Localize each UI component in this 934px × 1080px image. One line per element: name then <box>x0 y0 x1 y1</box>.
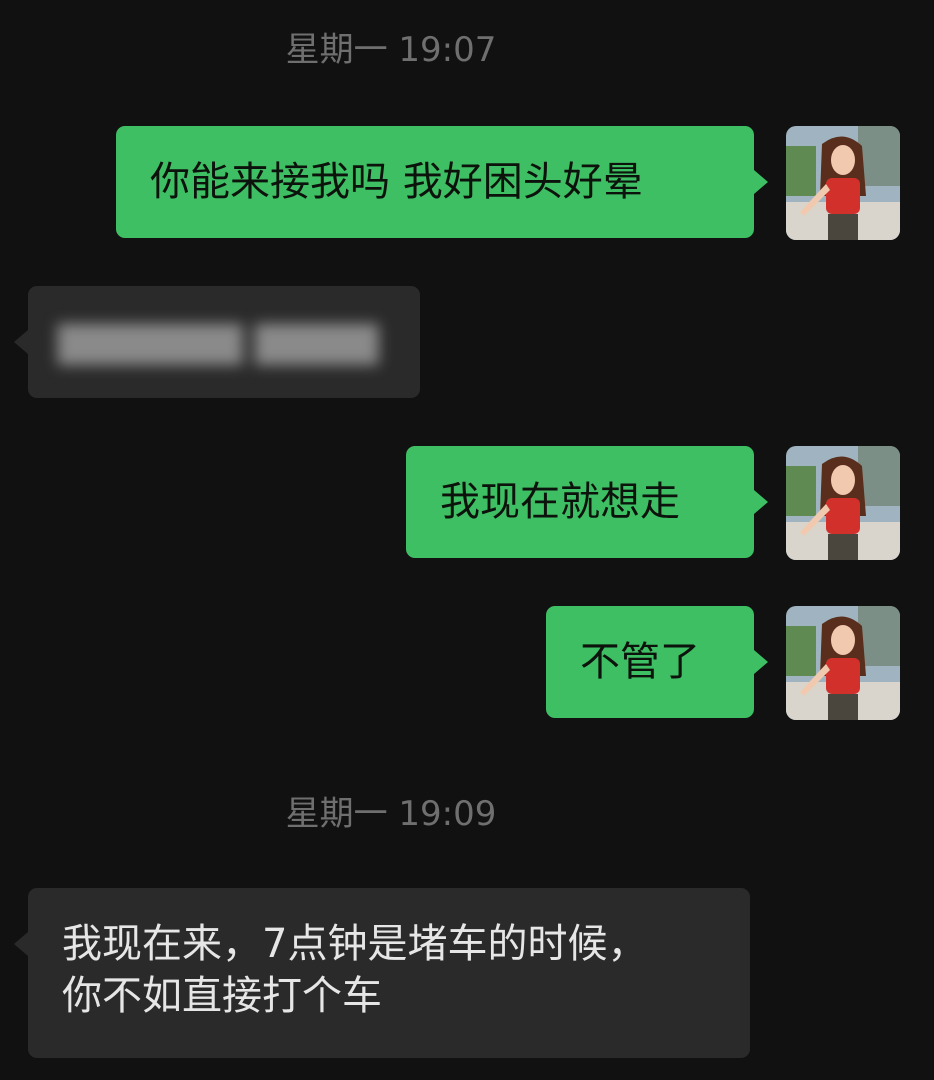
redacted-message-text: ▇▇▇▇▇▇ ▇▇▇▇ <box>58 319 379 365</box>
outgoing-message-bubble[interactable]: 我现在就想走 <box>406 446 768 558</box>
timestamp: 星期一 19:09 <box>285 794 497 834</box>
user-avatar-icon[interactable] <box>786 446 900 560</box>
message-line: 你不如直接打个车 <box>62 973 382 1019</box>
outgoing-message-bubble[interactable]: 你能来接我吗 我好困头好晕 <box>116 126 768 238</box>
message-text: 不管了 <box>580 639 700 685</box>
message-text: 我现在就想走 <box>440 479 680 525</box>
message-text: 你能来接我吗 我好困头好晕 <box>150 159 643 205</box>
outgoing-message-bubble[interactable]: 不管了 <box>546 606 768 718</box>
timestamp: 星期一 19:07 <box>285 30 497 70</box>
user-avatar-icon[interactable] <box>786 606 900 720</box>
incoming-message-bubble[interactable]: ▇▇▇▇▇▇ ▇▇▇▇ <box>14 286 420 398</box>
message-line: 我现在来，7点钟是堵车的时候， <box>62 921 648 967</box>
user-avatar-icon[interactable] <box>786 126 900 240</box>
incoming-message-bubble[interactable]: 我现在来，7点钟是堵车的时候， 你不如直接打个车 <box>14 888 750 1058</box>
